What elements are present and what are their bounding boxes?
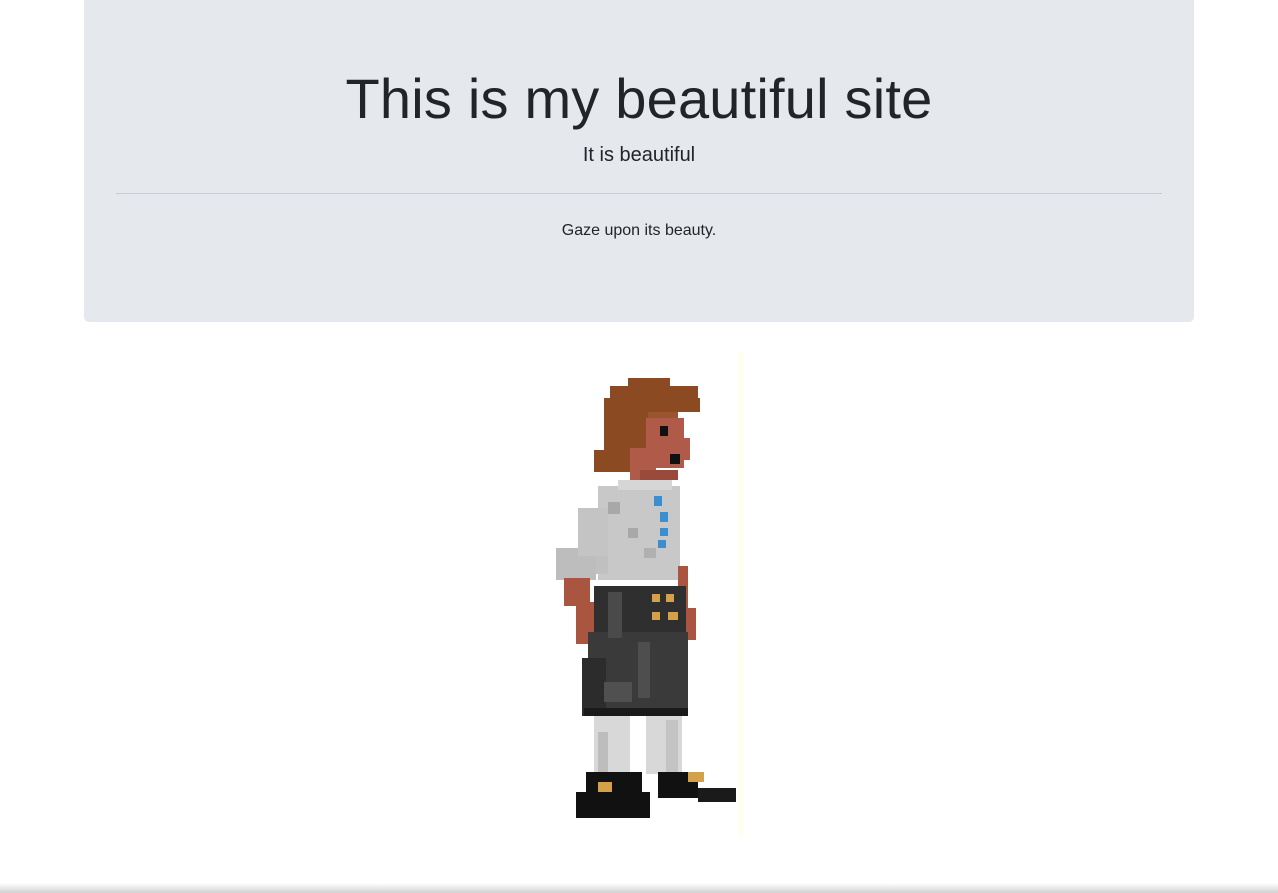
belt-studs <box>652 594 660 602</box>
arm <box>564 578 590 606</box>
shirt-buttons <box>654 496 662 506</box>
page-title: This is my beautiful site <box>345 67 933 130</box>
body-text: Gaze upon its beauty. <box>561 222 717 239</box>
lead-text: It is beautiful <box>582 144 696 166</box>
pixel-art-pirate-character-icon <box>548 352 754 836</box>
page: This is my beautiful site It is beautifu… <box>0 0 1278 893</box>
browser-bottom-edge <box>0 883 1278 893</box>
trousers <box>594 586 686 634</box>
divider <box>116 193 1162 194</box>
jumbotron: This is my beautiful site It is beautifu… <box>84 0 1194 322</box>
